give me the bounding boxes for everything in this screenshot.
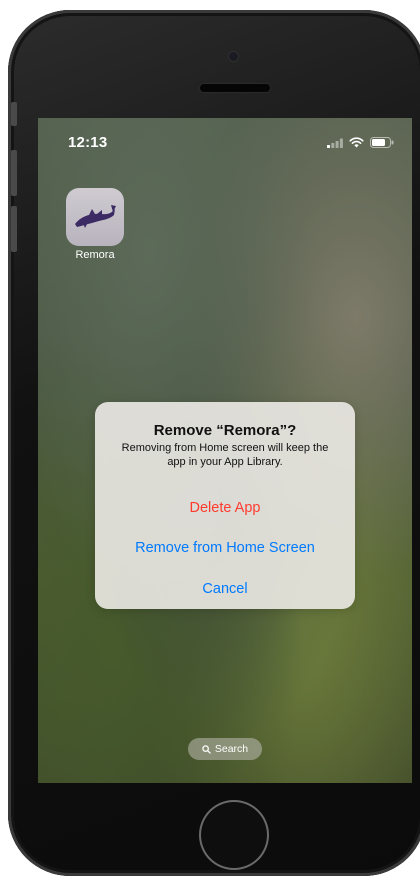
remove-app-alert: Remove “Remora”? Removing from Home scre… [95, 402, 355, 609]
app-label-remora: Remora [75, 249, 115, 261]
cancel-button[interactable]: Cancel [95, 581, 355, 597]
delete-app-button[interactable]: Delete App [95, 500, 355, 516]
mute-switch [11, 102, 17, 126]
alert-title: Remove “Remora”? [153, 422, 297, 439]
app-icon-remora[interactable] [66, 188, 124, 246]
search-label: Search [214, 743, 249, 755]
volume-down-button [11, 206, 17, 252]
home-search-button[interactable]: Search [188, 738, 262, 760]
alert-message: Removing from Home screen will keep the … [121, 442, 329, 468]
earpiece-speaker [200, 84, 270, 92]
remove-from-home-screen-button[interactable]: Remove from Home Screen [95, 540, 355, 556]
wifi-icon [349, 137, 364, 148]
magnifier-icon [202, 744, 211, 754]
remora-fish-icon [75, 205, 116, 228]
volume-up-button [11, 150, 17, 196]
home-button[interactable] [199, 800, 269, 870]
signal-icon [327, 138, 343, 148]
home-screen: 12:13 Remora Remove “Remora”? Removing f… [38, 118, 412, 783]
status-time: 12:13 [68, 134, 108, 151]
battery-icon [370, 137, 394, 148]
status-icons [327, 137, 394, 148]
front-camera [229, 52, 238, 61]
